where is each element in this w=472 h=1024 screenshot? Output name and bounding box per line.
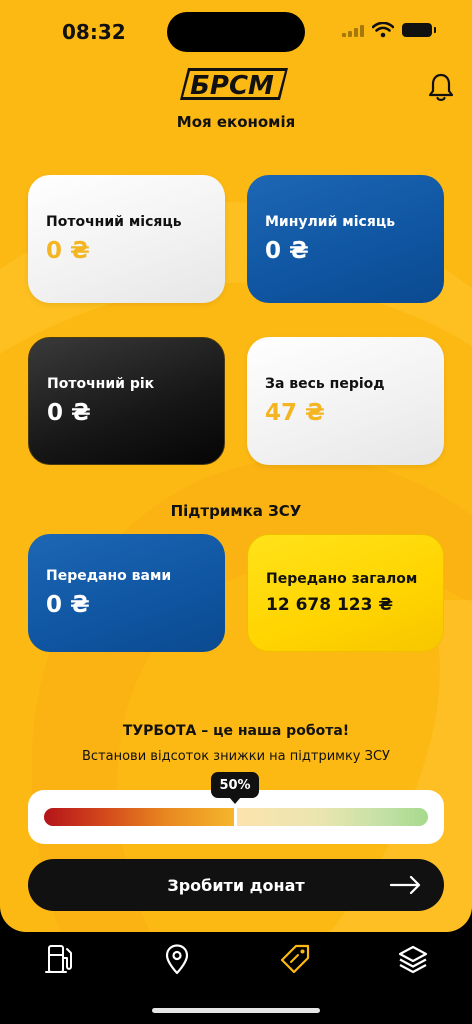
tab-fuel[interactable] [42,942,78,976]
card-label: Передано загалом [266,571,418,587]
app-screen: 08:32 БРСМ Моя економія Поточний місяць … [0,0,472,932]
card-value: 0 ₴ [47,400,91,426]
signal-icon [342,23,364,37]
page-title: Моя економія [176,113,296,131]
slider-remaining [236,808,428,826]
card-label: Минулий місяць [265,214,396,230]
card-label: Передано вами [46,568,172,584]
card-label: Поточний рік [47,376,155,392]
status-time: 08:32 [62,20,126,44]
promo-subtitle: Встанови відсоток знижки на підтримку ЗС… [82,749,390,764]
promo-title: ТУРБОТА – це наша робота! [122,723,350,739]
discount-tag-icon [280,944,310,974]
current-year-card[interactable]: Поточний рік 0 ₴ [28,337,225,465]
card-value: 47 ₴ [265,400,325,426]
card-value: 0 ₴ [265,238,309,264]
tooltip-arrow [229,797,241,804]
slider-thumb[interactable] [234,804,237,830]
all-time-card[interactable]: За весь період 47 ₴ [247,337,444,465]
fuel-station-icon [45,945,72,973]
slider-fill [44,808,236,826]
wifi-icon [372,22,394,38]
home-indicator [152,1008,320,1013]
support-section-title: Підтримка ЗСУ [170,502,302,520]
map-pin-icon [165,944,189,975]
card-label: Поточний місяць [46,214,182,230]
donate-button-label: Зробити донат [167,875,305,895]
arrow-right-icon [390,875,421,895]
layers-icon [398,945,428,974]
last-month-card[interactable]: Минулий місяць 0 ₴ [247,175,444,303]
tab-map[interactable] [159,942,195,976]
donated-total-card[interactable]: Передано загалом 12 678 123 ₴ [247,534,444,652]
card-value: 0 ₴ [46,592,90,618]
camera-notch [167,12,305,52]
brsm-logo: БРСМ [180,68,288,101]
current-month-card[interactable]: Поточний місяць 0 ₴ [28,175,225,303]
card-value: 12 678 123 ₴ [266,595,393,615]
battery-icon [402,23,436,37]
notification-bell-icon[interactable] [427,72,455,102]
card-value: 0 ₴ [46,238,90,264]
donated-by-you-card[interactable]: Передано вами 0 ₴ [28,534,225,652]
slider-value-tooltip: 50% [211,772,259,798]
logo-text: БРСМ [190,71,274,101]
card-label: За весь період [265,376,385,392]
tab-discounts[interactable] [277,942,313,976]
donate-button[interactable]: Зробити донат [28,859,444,911]
status-icons [342,22,436,38]
tab-more[interactable] [395,942,431,976]
